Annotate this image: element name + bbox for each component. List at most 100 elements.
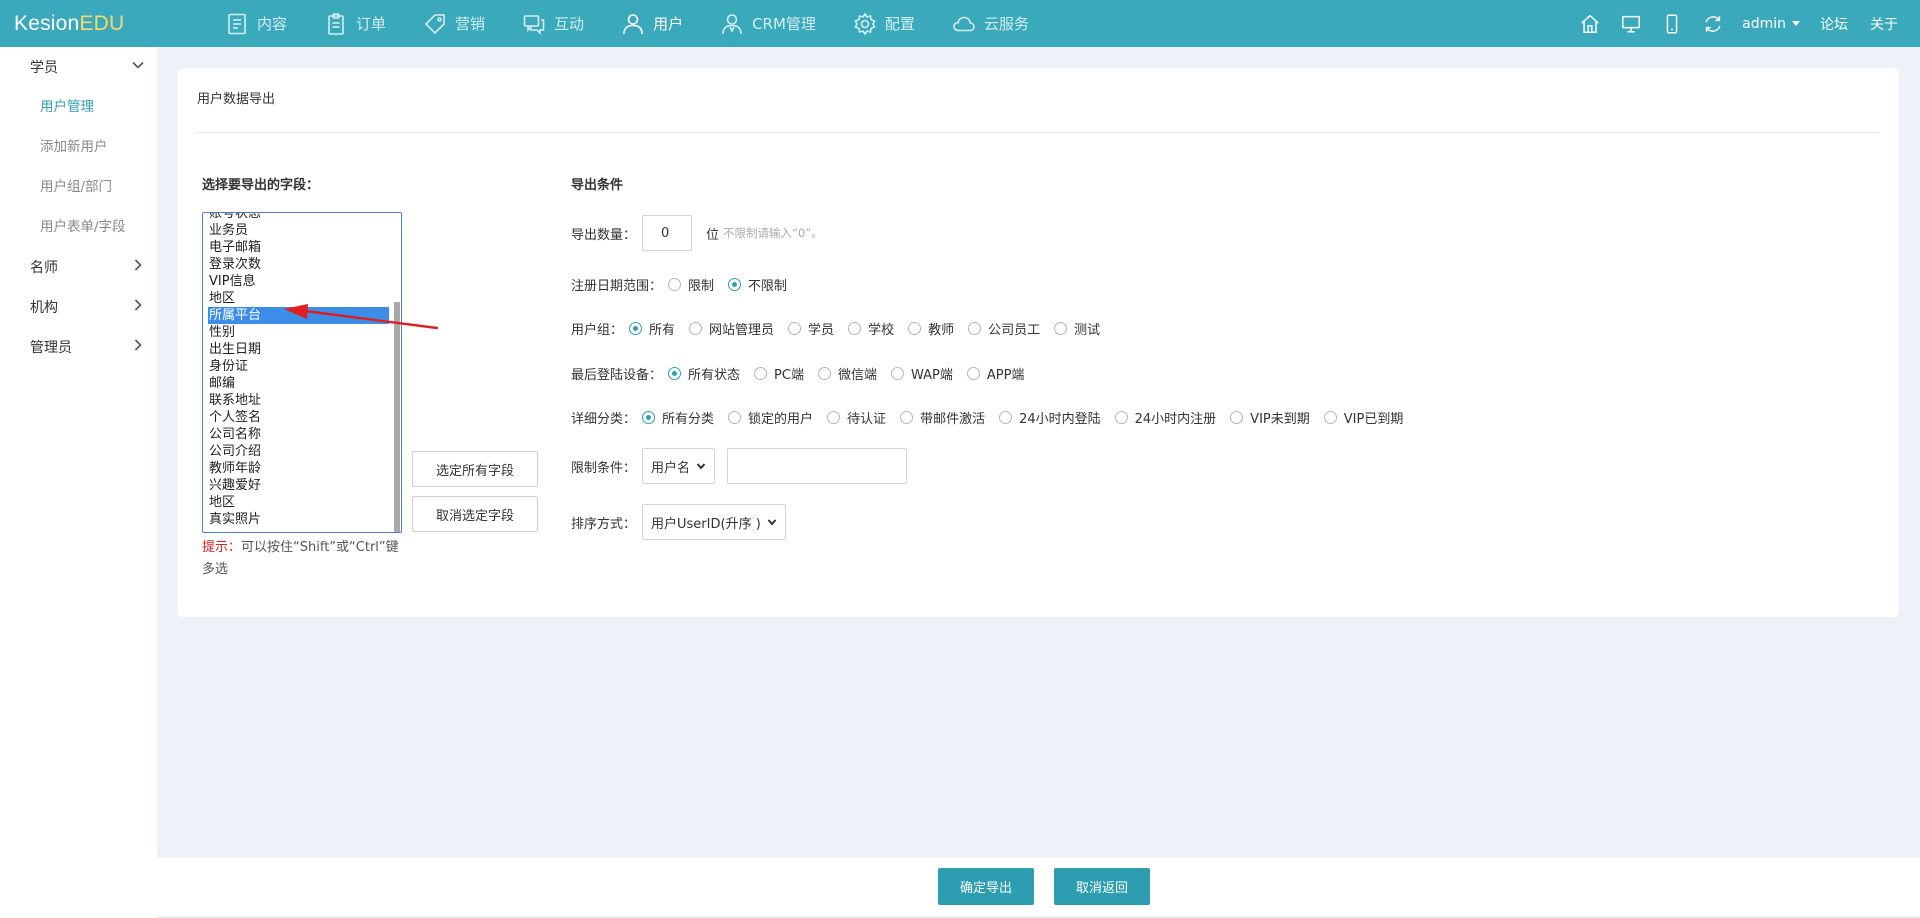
fields-label: 选择要导出的字段：	[202, 178, 320, 193]
nav-item-marketing[interactable]: 营销	[423, 0, 485, 47]
forum-link[interactable]: 论坛	[1820, 14, 1848, 34]
limit-field-select[interactable]: 用户名	[642, 448, 716, 484]
chevron-down-icon	[131, 58, 145, 76]
radio-unchecked-icon	[966, 367, 980, 380]
login-device-radio[interactable]: APP端	[966, 364, 1024, 383]
field-option[interactable]: 邮编	[203, 375, 393, 392]
radio-checked-icon	[629, 322, 643, 335]
user-menu[interactable]: admin	[1742, 16, 1800, 32]
radio-unchecked-icon	[848, 322, 862, 335]
sidebar-group-admins[interactable]: 管理员	[0, 327, 157, 367]
deselect-fields-button[interactable]: 取消选定字段	[412, 496, 538, 532]
sidebar-item-user-groups[interactable]: 用户组/部门	[0, 167, 157, 207]
caret-down-icon	[1792, 21, 1800, 26]
radio-unchecked-icon	[827, 411, 841, 424]
category-radio[interactable]: 锁定的用户	[728, 408, 813, 427]
export-card: 用户数据导出 选择要导出的字段： 账号状态 业务员 电子邮箱 登录次数 VIP信息 地区所…	[177, 68, 1899, 617]
radio-unchecked-icon	[1114, 411, 1128, 424]
page-title: 用户数据导出	[197, 92, 276, 107]
user-group-radio[interactable]: 网站管理员	[689, 319, 774, 338]
field-option[interactable]: 个人签名	[203, 409, 393, 426]
listbox-scrollbar[interactable]	[394, 302, 400, 532]
login-device-radio[interactable]: WAP端	[890, 364, 953, 383]
user-group-radio[interactable]: 学员	[788, 319, 834, 338]
export-count-input[interactable]	[642, 215, 693, 251]
limit-value-input[interactable]	[727, 448, 908, 484]
home-icon[interactable]	[1578, 12, 1602, 36]
radio-unchecked-icon	[817, 367, 831, 380]
confirm-export-button[interactable]: 确定导出	[938, 868, 1034, 905]
radio-checked-icon	[668, 367, 682, 380]
conditions-label: 导出条件	[571, 178, 624, 193]
sidebar-group-students[interactable]: 学员	[0, 47, 157, 87]
field-option[interactable]: 业务员	[203, 222, 393, 239]
main-nav: 内容 订单 营销 互动 用户 CRM管理 配置 云服务	[225, 0, 1066, 47]
nav-item-users[interactable]: 用户	[621, 0, 683, 47]
sidebar-item-user-forms[interactable]: 用户表单/字段	[0, 207, 157, 247]
nav-item-crm[interactable]: CRM管理	[720, 0, 816, 47]
user-group-radio[interactable]: 学校	[848, 319, 894, 338]
category-radio[interactable]: 24小时内注册	[1114, 408, 1216, 427]
nav-item-content[interactable]: 内容	[225, 0, 287, 47]
sort-select[interactable]: 用户UserID(升序 )	[642, 504, 786, 540]
about-link[interactable]: 关于	[1870, 14, 1898, 34]
field-option[interactable]: 所属平台	[208, 307, 389, 324]
date-range-radio[interactable]: 限制	[668, 275, 714, 294]
sidebar-item-user-management[interactable]: 用户管理	[0, 87, 157, 127]
field-option[interactable]: VIP信息	[203, 273, 393, 290]
row-limit: 限制条件： 用户名	[571, 448, 908, 484]
field-option[interactable]: 兴趣爱好	[203, 477, 393, 494]
radio-unchecked-icon	[890, 367, 904, 380]
radio-unchecked-icon	[908, 322, 922, 335]
sidebar-group-teachers[interactable]: 名师	[0, 247, 157, 287]
field-option[interactable]: 公司名称	[203, 426, 393, 443]
refresh-icon[interactable]	[1701, 12, 1725, 36]
field-option[interactable]: 电子邮箱	[203, 239, 393, 256]
radio-checked-icon	[728, 278, 742, 291]
category-radio[interactable]: 带邮件激活	[900, 408, 985, 427]
fields-listbox[interactable]: 账号状态 业务员 电子邮箱 登录次数 VIP信息 地区 所属平台 性别 出生日期 身份证 邮编 联系地…	[202, 212, 402, 533]
field-option[interactable]: 真实照片	[203, 511, 393, 528]
field-option[interactable]: 教师年龄	[203, 460, 393, 477]
field-option[interactable]: 身份证	[203, 358, 393, 375]
field-option[interactable]: 公司介绍	[203, 443, 393, 460]
login-device-radio[interactable]: 微信端	[817, 364, 877, 383]
nav-item-cloud[interactable]: 云服务	[952, 0, 1029, 47]
crm-user-icon	[720, 12, 744, 36]
date-range-radio[interactable]: 不限制	[728, 275, 787, 294]
user-group-radio[interactable]: 所有	[629, 319, 675, 338]
radio-checked-icon	[642, 411, 656, 424]
category-radio[interactable]: 所有分类	[642, 408, 714, 427]
field-option[interactable]: 登录次数	[203, 256, 393, 273]
desktop-icon[interactable]	[1619, 12, 1643, 36]
user-group-radio[interactable]: 公司员工	[968, 319, 1040, 338]
sidebar-item-add-user[interactable]: 添加新用户	[0, 127, 157, 167]
category-radio[interactable]: 24小时内登陆	[999, 408, 1101, 427]
field-option[interactable]: 地区	[203, 290, 393, 307]
field-option[interactable]: 地区	[203, 494, 393, 511]
login-device-radio[interactable]: PC端	[754, 364, 804, 383]
chevron-right-icon	[131, 338, 145, 356]
fields-options: 账号状态 业务员 电子邮箱 登录次数 VIP信息 地区 所属平台 性别 出生日期 身份证 邮编 联系地…	[203, 213, 393, 528]
sidebar: 学员 用户管理 添加新用户 用户组/部门 用户表单/字段 名师 机构 管理员	[0, 47, 157, 918]
category-radio[interactable]: VIP未到期	[1230, 408, 1310, 427]
nav-item-config[interactable]: 配置	[853, 0, 915, 47]
category-radio[interactable]: 待认证	[827, 408, 886, 427]
category-radio[interactable]: VIP已到期	[1323, 408, 1403, 427]
field-option[interactable]: 出生日期	[203, 341, 393, 358]
login-device-radio[interactable]: 所有状态	[668, 364, 740, 383]
nav-item-interaction[interactable]: 互动	[522, 0, 584, 47]
nav-item-orders[interactable]: 订单	[324, 0, 386, 47]
cancel-return-button[interactable]: 取消返回	[1054, 868, 1150, 905]
field-option[interactable]: 联系地址	[203, 392, 393, 409]
sidebar-group-institutions[interactable]: 机构	[0, 287, 157, 327]
user-group-radio[interactable]: 测试	[1054, 319, 1100, 338]
user-group-radio[interactable]: 教师	[908, 319, 954, 338]
select-all-fields-button[interactable]: 选定所有字段	[412, 451, 538, 487]
row-category: 详细分类： 所有分类 锁定的用户 待认证 带邮件激活 24小时内登陆 24小时内注册 VIP…	[571, 408, 1417, 427]
mobile-icon[interactable]	[1660, 12, 1684, 36]
logo[interactable]: KesionEDU	[0, 12, 158, 36]
field-option[interactable]: 账号状态	[203, 213, 393, 222]
radio-unchecked-icon	[1230, 411, 1244, 424]
field-option[interactable]: 性别	[203, 324, 393, 341]
